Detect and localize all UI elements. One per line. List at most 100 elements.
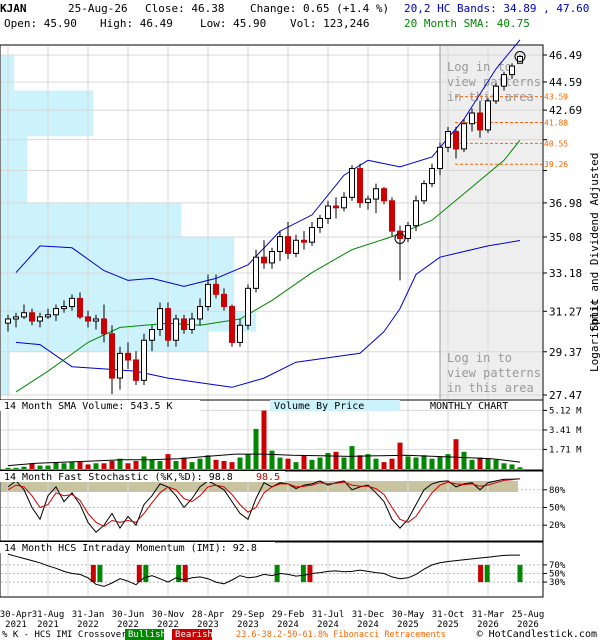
pattern-overlay-text-bottom: Log in to	[447, 351, 512, 365]
bands-legend: 20,2 HC Bands: 34.89 , 47.60	[404, 2, 589, 15]
candle-body	[117, 352, 123, 379]
candle-body	[405, 225, 411, 239]
volume-bar	[509, 464, 515, 469]
volume-bar	[181, 457, 187, 469]
volume-bar	[261, 410, 267, 469]
candle-body	[45, 314, 51, 318]
stochastic-y-tick-label: 80%	[549, 486, 566, 496]
candle-body	[517, 56, 523, 64]
header-low: Low: 45.90	[200, 17, 266, 30]
candle-body	[413, 200, 419, 227]
candle-body	[349, 168, 355, 198]
volume-bar	[317, 457, 323, 469]
price-y-tick-label: 35.08	[549, 231, 582, 244]
price-y-tick-label: 42.69	[549, 104, 582, 117]
candle-body	[317, 217, 323, 228]
candle-body	[509, 65, 515, 76]
volume-bar	[349, 446, 355, 469]
x-tick-label-year: 2022	[77, 620, 99, 630]
candle-body	[445, 130, 451, 148]
candle-body	[301, 239, 307, 243]
stochastic-title-d: 98.5	[256, 472, 280, 483]
candle-body	[469, 112, 475, 125]
x-tick-label-year: 2025	[437, 620, 459, 630]
price-y-axis: 46.49 44.59 42.69 36.98 35.08 33.18 31.27 29.37…	[543, 49, 582, 402]
crossover-marker	[300, 564, 306, 583]
x-tick-label-month: 31-Dec	[352, 610, 385, 620]
fibonacci-level-label: 39.26	[544, 160, 568, 169]
volume-bar	[477, 457, 483, 469]
volume-bar	[85, 464, 91, 469]
volume-bar	[293, 462, 299, 469]
momentum-y-tick-label: 30%	[549, 578, 566, 588]
bearish-label: Bearish	[175, 630, 213, 640]
header-close: Close: 46.38	[145, 2, 224, 15]
volume-by-price-bar	[1, 236, 235, 273]
header-change: Change: 0.65 (+1.4 %)	[250, 2, 389, 15]
volume-bar	[453, 439, 459, 469]
candle-body	[21, 312, 27, 318]
crossover-marker	[90, 564, 96, 583]
candle-body	[133, 359, 139, 381]
candle-body	[381, 188, 387, 202]
candle-body	[101, 318, 107, 335]
x-tick-label-month: 30-Apr	[0, 610, 33, 620]
candle-body	[77, 297, 83, 318]
price-y-tick-label: 27.47	[549, 389, 582, 402]
candle-body	[309, 226, 315, 243]
bullish-label: Bullish	[128, 630, 166, 640]
volume-bar	[301, 455, 307, 469]
stock-chart: KJAN 25-Aug-26 Close: 46.38 Change: 0.65…	[0, 2, 600, 640]
pattern-overlay-text-bottom: in this area	[447, 381, 534, 395]
volume-bar	[285, 458, 291, 469]
candle-body	[197, 306, 203, 320]
x-tick-label-month: 31-Jan	[72, 610, 105, 620]
pattern-overlay-text-bottom: view patterns	[447, 366, 541, 380]
volume-bar	[197, 458, 203, 469]
candle-body	[93, 318, 99, 322]
pattern-overlay-text-top: Log in to	[447, 60, 512, 74]
volume-bar	[53, 462, 59, 469]
x-tick-label-year: 2023	[237, 620, 259, 630]
volume-by-price-bar	[1, 136, 28, 203]
candle-body	[277, 236, 283, 253]
candle-body	[157, 308, 163, 331]
x-tick-label-month: 30-May	[392, 610, 425, 620]
stochastic-y-axis: 80% 50% 20%	[543, 486, 566, 531]
fibonacci-level-label: 41.88	[544, 118, 568, 127]
candle-body	[373, 188, 379, 200]
volume-bar	[245, 454, 251, 469]
candle-body	[69, 297, 75, 308]
volume-bar	[229, 462, 235, 469]
volume-bar	[237, 457, 243, 469]
fibonacci-legend: 23.6-38.2-50-61.8% Fibonacci Retracement…	[236, 630, 446, 640]
candle-body	[53, 308, 59, 316]
x-tick-label-year: 2024	[317, 620, 339, 630]
price-panel: 43.5941.8840.5539.26 Log in toLog in tov…	[0, 39, 582, 402]
x-tick-label-year: 2025	[397, 620, 419, 630]
x-tick-label-year: 2021	[5, 620, 27, 630]
volume-bar	[5, 467, 11, 469]
volume-bar	[469, 459, 475, 469]
candle-body	[421, 183, 427, 202]
x-tick-label-month: 31-Aug	[32, 610, 65, 620]
crossover-marker	[136, 564, 142, 583]
fibonacci-level-label: 40.55	[544, 139, 568, 148]
x-tick-label-year: 2022	[157, 620, 179, 630]
fibonacci-level-label: 43.59	[544, 93, 568, 102]
header-volume: Vol: 123,246	[290, 17, 369, 30]
candle-body	[61, 306, 67, 310]
volume-bar	[101, 463, 107, 469]
candle-body	[221, 293, 227, 308]
x-tick-label-month: 29-Feb	[272, 610, 305, 620]
volume-bar	[141, 456, 147, 469]
volume-bar	[421, 455, 427, 469]
candle-body	[37, 316, 43, 322]
volume-panel: 5.12 M 3.41 M 1.71 M 14 Month SMA Volume: …	[0, 399, 582, 471]
candle-body	[213, 283, 219, 295]
volume-bar	[405, 456, 411, 469]
volume-bar	[517, 467, 523, 469]
x-tick-label-month: 31-Oct	[432, 610, 465, 620]
volume-bar	[205, 455, 211, 469]
volume-bar	[381, 462, 387, 469]
